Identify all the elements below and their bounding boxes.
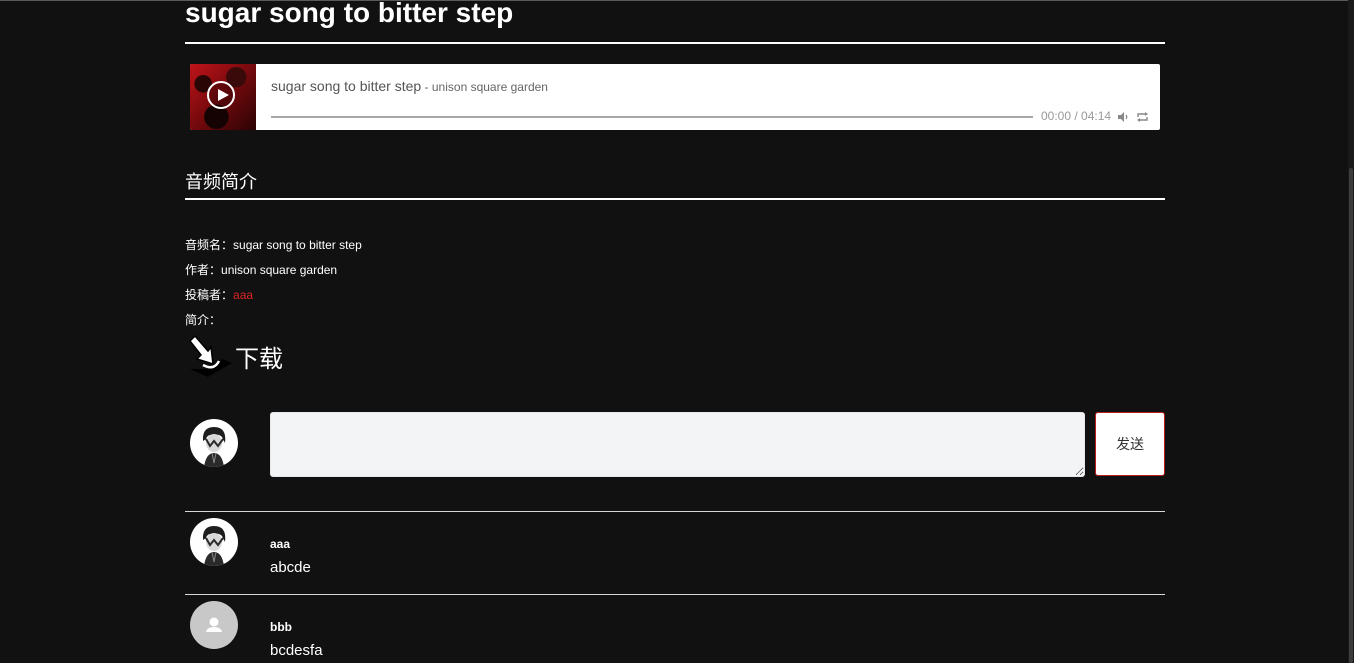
comment-divider [185,594,1165,595]
info-label: 简介： [185,313,222,327]
user-portrait-icon [191,519,237,566]
song-info: sugar song to bitter step - unison squar… [271,78,548,94]
info-description: 简介： [185,311,221,328]
info-label: 音频名： [185,238,234,252]
info-label: 作者： [185,263,222,277]
uploader-link[interactable]: aaa [233,288,253,302]
info-value: sugar song to bitter step [233,238,362,252]
song-artist: unison square garden [431,80,548,94]
comment-avatar [190,601,238,649]
volume-icon[interactable] [1117,111,1129,123]
info-song-name: 音频名：sugar song to bitter step [185,236,362,253]
comment-avatar [190,518,238,566]
current-user-avatar [190,419,238,467]
loop-icon[interactable] [1136,111,1149,123]
time-display: 00:00 / 04:14 [1041,109,1112,123]
info-label: 投稿者： [185,288,234,302]
info-uploader: 投稿者：aaa [185,286,253,303]
comment-username[interactable]: bbb [270,620,292,634]
progress-bar[interactable] [271,116,1033,118]
comment-text: abcde [270,559,311,576]
intro-heading: 音频简介 [185,172,257,192]
comment-username[interactable]: aaa [270,537,290,551]
comment-input[interactable] [270,412,1085,477]
send-button[interactable]: 发送 [1095,412,1165,476]
intro-divider [185,198,1165,200]
scrollbar-thumb[interactable] [1349,168,1353,663]
info-author: 作者：unison square garden [185,261,337,278]
download-label: 下载 [235,346,283,373]
album-cover [190,64,256,130]
comment-divider [185,511,1165,512]
song-separator: - [421,80,432,94]
page-title: sugar song to bitter step [185,0,514,28]
play-button[interactable] [207,81,235,109]
user-portrait-icon [191,420,237,467]
title-divider [185,42,1165,44]
default-user-icon [206,617,222,632]
audio-player: sugar song to bitter step - unison squar… [190,64,1160,130]
comment-text: bcdesfa [270,642,323,659]
download-arrow-icon [188,335,232,377]
song-title: sugar song to bitter step [271,78,422,94]
info-value: unison square garden [221,263,338,277]
